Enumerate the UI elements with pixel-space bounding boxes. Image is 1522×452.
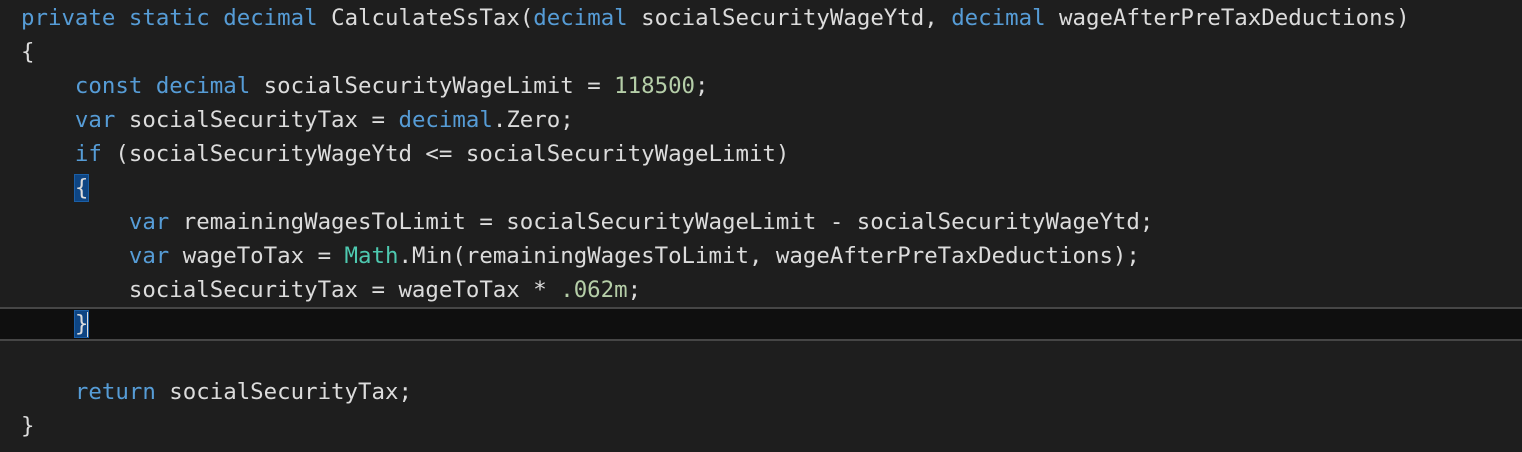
code-line-content: {: [21, 35, 34, 69]
code-line[interactable]: var remainingWagesToLimit = socialSecuri…: [0, 205, 1522, 239]
code-text: ;: [627, 277, 642, 303]
code-text: remainingWagesToLimit = socialSecurityWa…: [169, 209, 1154, 235]
code-text: (socialSecurityWageYtd <= socialSecurity…: [101, 141, 790, 167]
code-line-content: private static decimal CalculateSsTax(de…: [21, 1, 1410, 35]
keyword-token: static: [128, 5, 210, 31]
code-text: {: [21, 39, 35, 65]
code-text: socialSecurityTax;: [155, 379, 412, 405]
code-text: socialSecurityTax =: [115, 107, 399, 133]
keyword-token: private: [21, 5, 116, 31]
code-text: socialSecurityWageLimit =: [250, 73, 615, 99]
code-text: .Zero;: [492, 107, 574, 133]
number-literal: 118500: [614, 73, 696, 99]
code-editor[interactable]: private static decimal CalculateSsTax(de…: [0, 0, 1522, 452]
code-text: .Min(remainingWagesToLimit, wageAfterPre…: [398, 243, 1140, 269]
code-text: socialSecurityWageYtd,: [627, 5, 952, 31]
matched-brace: {: [73, 174, 90, 202]
code-line-content: var wageToTax = Math.Min(remainingWagesT…: [21, 239, 1140, 273]
code-line[interactable]: var socialSecurityTax = decimal.Zero;: [0, 103, 1522, 137]
number-literal: .062m: [560, 277, 628, 303]
code-line-content: {: [21, 171, 90, 205]
code-line[interactable]: return socialSecurityTax;: [0, 375, 1522, 409]
code-line[interactable]: private static decimal CalculateSsTax(de…: [0, 1, 1522, 35]
keyword-token: var: [128, 243, 170, 269]
code-line[interactable]: const decimal socialSecurityWageLimit = …: [0, 69, 1522, 103]
keyword-token: decimal: [951, 5, 1046, 31]
keyword-token: const: [74, 73, 143, 99]
code-line-content: }: [21, 409, 34, 443]
code-text: CalculateSsTax(: [317, 5, 534, 31]
type-token: Math: [344, 243, 399, 269]
current-code-line[interactable]: }: [0, 307, 1522, 341]
code-line[interactable]: var wageToTax = Math.Min(remainingWagesT…: [0, 239, 1522, 273]
keyword-token: decimal: [223, 5, 318, 31]
code-line-content: if (socialSecurityWageYtd <= socialSecur…: [21, 137, 789, 171]
matched-brace: }: [73, 310, 90, 338]
code-line-content: var remainingWagesToLimit = socialSecuri…: [21, 205, 1154, 239]
code-text: wageToTax =: [169, 243, 345, 269]
code-line-content: return socialSecurityTax;: [21, 375, 412, 409]
keyword-token: decimal: [155, 73, 251, 99]
keyword-token: decimal: [533, 5, 628, 31]
keyword-token: return: [74, 379, 156, 405]
code-text: ;: [695, 73, 709, 99]
code-line[interactable]: [0, 341, 1522, 375]
code-line-content: }: [21, 309, 90, 339]
code-line-content: var socialSecurityTax = decimal.Zero;: [21, 103, 574, 137]
code-line[interactable]: socialSecurityTax = wageToTax * .062m;: [0, 273, 1522, 307]
code-line[interactable]: if (socialSecurityWageYtd <= socialSecur…: [0, 137, 1522, 171]
keyword-token: var: [128, 209, 170, 235]
keyword-token: var: [74, 107, 116, 133]
code-text: wageAfterPreTaxDeductions): [1045, 5, 1410, 31]
code-line-content: socialSecurityTax = wageToTax * .062m;: [21, 273, 641, 307]
keyword-token: if: [74, 141, 102, 167]
code-line[interactable]: {: [0, 171, 1522, 205]
text-caret: [87, 311, 90, 338]
code-line[interactable]: }: [0, 409, 1522, 443]
code-line[interactable]: {: [0, 35, 1522, 69]
code-line-content: const decimal socialSecurityWageLimit = …: [21, 69, 709, 103]
code-text: socialSecurityTax = wageToTax *: [128, 277, 561, 303]
keyword-token: decimal: [398, 107, 493, 133]
code-text: }: [21, 413, 35, 439]
